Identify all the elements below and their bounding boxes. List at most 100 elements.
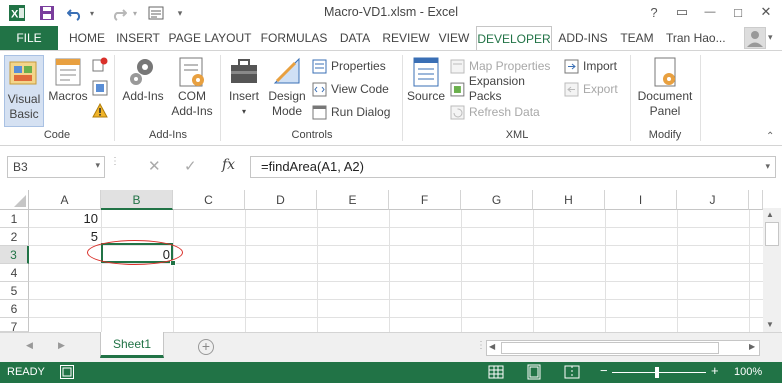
column-header-j[interactable]: J (677, 190, 749, 210)
sheet-scroll-left-icon[interactable]: ◀ (26, 340, 33, 351)
column-header-g[interactable]: G (461, 190, 533, 210)
expand-formula-bar-icon[interactable]: ▾ (765, 161, 770, 172)
column-header-b[interactable]: B (101, 190, 173, 210)
document-panel-icon (654, 57, 676, 87)
row-header-5[interactable]: 5 (0, 282, 29, 300)
macro-security-icon[interactable] (92, 102, 108, 119)
maximize-button[interactable]: □ (724, 2, 752, 22)
normal-view-icon[interactable] (488, 364, 504, 380)
row-header-1[interactable]: 1 (0, 210, 29, 228)
column-header-h[interactable]: H (533, 190, 605, 210)
group-label-code: Code (43, 129, 71, 141)
tab-formulas[interactable]: FORMULAS (257, 26, 331, 50)
visual-basic-button[interactable]: Visual Basic (4, 55, 44, 127)
page-break-view-icon[interactable] (564, 364, 580, 380)
expansion-packs-button[interactable]: Expansion Packs (450, 74, 560, 103)
collapse-ribbon-icon[interactable]: ⌃ (766, 131, 774, 142)
cancel-icon[interactable]: ✕ (148, 157, 161, 175)
tab-data[interactable]: DATA (334, 26, 376, 50)
insert-control-button[interactable]: Insert ▾ (224, 55, 264, 127)
import-icon (564, 59, 579, 73)
user-name[interactable]: Tran Hao... (666, 26, 736, 50)
tab-view[interactable]: VIEW (435, 26, 473, 50)
group-divider (220, 55, 221, 141)
row-header-2[interactable]: 2 (0, 228, 29, 246)
column-header-c[interactable]: C (173, 190, 245, 210)
select-all-button[interactable] (0, 190, 29, 210)
com-add-ins-icon (179, 57, 204, 87)
zoom-level[interactable]: 100% (734, 366, 762, 378)
run-dialog-button[interactable]: Run Dialog (312, 103, 400, 121)
ribbon-display-options-button[interactable]: ▭ (668, 2, 696, 22)
document-panel-button[interactable]: Document Panel (634, 55, 696, 127)
tab-splitter-handle[interactable]: ⋮ (476, 340, 486, 351)
column-header-d[interactable]: D (245, 190, 317, 210)
macro-recording-icon[interactable] (60, 365, 74, 379)
column-header-f[interactable]: F (389, 190, 461, 210)
column-header-e[interactable]: E (317, 190, 389, 210)
sheet-tab-sheet1[interactable]: Sheet1 (100, 332, 164, 358)
formula-text: =findArea(A1, A2) (261, 159, 364, 174)
sheet-scroll-right-icon[interactable]: ▶ (58, 340, 65, 351)
name-box[interactable]: B3 ▾ (7, 156, 105, 178)
com-add-ins-button[interactable]: COM Add-Ins (170, 55, 214, 127)
tab-developer[interactable]: DEVELOPER (476, 26, 552, 51)
row-header-7[interactable]: 7 (0, 318, 29, 334)
column-header-a[interactable]: A (29, 190, 101, 210)
row-header-4[interactable]: 4 (0, 264, 29, 282)
help-button[interactable]: ? (640, 2, 668, 22)
map-properties-button[interactable]: Map Properties (450, 57, 560, 75)
scroll-left-icon[interactable]: ◀ (489, 342, 495, 351)
vertical-scroll-thumb[interactable] (765, 222, 779, 246)
column-header-k[interactable] (749, 190, 763, 210)
row-header-6[interactable]: 6 (0, 300, 29, 318)
horizontal-scroll-thumb[interactable] (501, 342, 719, 354)
import-button[interactable]: Import (564, 57, 626, 75)
cell-a1[interactable]: 10 (29, 210, 101, 228)
new-sheet-button[interactable]: + (198, 339, 214, 355)
scroll-up-icon[interactable]: ▲ (766, 210, 774, 219)
view-code-button[interactable]: View Code (312, 80, 400, 98)
tab-page-layout[interactable]: PAGE LAYOUT (166, 26, 254, 50)
column-header-i[interactable]: I (605, 190, 677, 210)
tab-team[interactable]: TEAM (614, 26, 660, 50)
tab-file[interactable]: FILE (0, 26, 58, 50)
insert-function-icon[interactable]: fx (222, 157, 235, 173)
macros-button[interactable]: Macros (47, 55, 89, 111)
add-ins-button[interactable]: Add-Ins (118, 55, 168, 111)
name-box-dropdown-icon[interactable]: ▾ (95, 160, 100, 171)
cell-a2[interactable]: 5 (29, 228, 101, 246)
tab-insert[interactable]: INSERT (113, 26, 163, 50)
avatar[interactable] (744, 27, 766, 49)
properties-button[interactable]: Properties (312, 57, 400, 75)
enter-icon[interactable]: ✓ (184, 157, 197, 175)
refresh-data-icon (450, 105, 465, 119)
fill-handle[interactable] (170, 260, 176, 266)
tab-add-ins[interactable]: ADD-INS (555, 26, 611, 50)
record-macro-icon[interactable] (92, 57, 108, 73)
splitter-handle[interactable]: ⋮ (110, 157, 120, 175)
scroll-down-icon[interactable]: ▼ (766, 320, 774, 329)
zoom-slider[interactable] (612, 372, 706, 373)
horizontal-scrollbar[interactable]: ◀ ▶ (486, 340, 760, 356)
view-code-label: View Code (331, 81, 389, 96)
xml-source-button[interactable]: Source (406, 55, 446, 115)
run-dialog-label: Run Dialog (331, 104, 391, 119)
zoom-slider-thumb[interactable] (655, 367, 659, 378)
formula-input[interactable]: =findArea(A1, A2) ▾ (250, 156, 776, 178)
export-button[interactable]: Export (564, 80, 626, 98)
tab-review[interactable]: REVIEW (380, 26, 432, 50)
close-button[interactable]: ✕ (752, 2, 780, 22)
scroll-right-icon[interactable]: ▶ (749, 342, 755, 351)
page-layout-view-icon[interactable] (526, 364, 542, 380)
tab-home[interactable]: HOME (63, 26, 111, 50)
relative-references-icon[interactable] (92, 80, 108, 96)
zoom-out-icon[interactable]: − (600, 364, 608, 378)
design-mode-button[interactable]: Design Mode (266, 55, 308, 127)
vertical-scrollbar[interactable]: ▲ ▼ (763, 208, 781, 332)
row-header-3[interactable]: 3 (0, 246, 29, 264)
refresh-data-button[interactable]: Refresh Data (450, 103, 560, 121)
zoom-in-icon[interactable]: + (711, 364, 719, 378)
minimize-button[interactable]: — (696, 2, 724, 22)
account-dropdown-icon[interactable]: ▾ (768, 32, 773, 43)
